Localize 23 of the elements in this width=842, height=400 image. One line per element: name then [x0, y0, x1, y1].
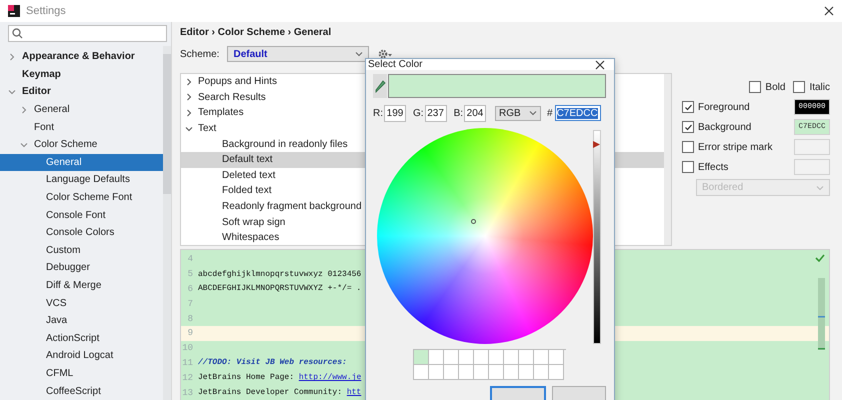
line-number: 12: [181, 372, 193, 383]
window-title: Settings: [26, 5, 66, 17]
code-text: JetBrains Home Page:: [198, 373, 296, 382]
hex-label: #: [547, 108, 553, 118]
line-number: 11: [181, 358, 193, 368]
line-number: 10: [181, 343, 193, 354]
code-text: ABCDEFGHIJKLMNOPQRSTUVWXYZ +-*/= .: [198, 284, 362, 294]
line-number: 5: [186, 269, 193, 280]
breadcrumb: Editor › Color Scheme › General: [180, 26, 332, 40]
code-comment: //TODO: Visit JB Web resources:: [198, 358, 347, 368]
dialog-title: Select Color: [368, 59, 422, 70]
line-number: 13: [181, 388, 193, 398]
line-number: 9: [186, 328, 193, 338]
code-text: abcdefghijklmnopqrstuvwxyz 0123456: [198, 270, 362, 279]
channel-label: B:: [454, 108, 464, 118]
channel-label: R:: [373, 108, 383, 118]
scheme-label: Scheme:: [180, 48, 220, 60]
line-number: 4: [186, 254, 193, 264]
line-number: 8: [186, 314, 193, 324]
line-number: 6: [186, 284, 193, 294]
line-number: 7: [186, 298, 193, 309]
code-text: JetBrains Developer Community:: [198, 388, 344, 398]
channel-label: G:: [413, 108, 424, 118]
